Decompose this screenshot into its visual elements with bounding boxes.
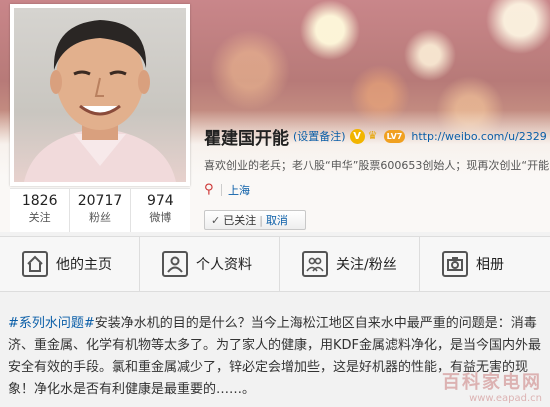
tab-profile-info[interactable]: 个人资料 [140, 237, 280, 291]
following-label: 关注 [28, 211, 51, 224]
location-pin-icon: ⚲ [204, 182, 214, 197]
weibo-count[interactable]: 974 微博 [131, 189, 190, 232]
set-remark-link[interactable]: (设置备注) [293, 128, 346, 144]
person-icon [162, 251, 188, 277]
followers-count[interactable]: 20717 粉丝 [70, 189, 131, 232]
tab-home-label: 他的主页 [56, 257, 112, 273]
followers-number: 20717 [77, 193, 123, 209]
camera-icon [442, 251, 468, 277]
watermark-title: 百科家电网 [442, 372, 542, 393]
tab-album[interactable]: 相册 [420, 237, 550, 291]
location-link[interactable]: 上海 [228, 182, 250, 198]
site-watermark: 百科家电网 www.eapad.cn [442, 373, 542, 405]
home-icon [22, 251, 48, 277]
tab-home[interactable]: 他的主页 [0, 237, 140, 291]
tab-follow-fans-label: 关注/粉丝 [336, 257, 397, 273]
weibo-label: 微博 [149, 211, 172, 224]
crown-icon[interactable]: ♛ [368, 130, 382, 142]
avatar-photo [14, 8, 186, 182]
follow-status-button[interactable]: ✓ 已关注 | 取消 [204, 210, 306, 230]
unfollow-link[interactable]: 取消 [266, 212, 288, 228]
tab-album-label: 相册 [476, 257, 504, 273]
profile-name: 瞿建国开能 [204, 128, 289, 149]
profile-counts: 1826 关注 20717 粉丝 974 微博 [10, 188, 190, 232]
following-number: 1826 [21, 193, 58, 209]
profile-url-link[interactable]: http://weibo.com/u/2329 [411, 130, 546, 143]
location-row: ⚲ 上海 [204, 182, 250, 198]
tab-follow-fans[interactable]: 关注/粉丝 [280, 237, 420, 291]
people-icon [302, 251, 328, 277]
following-count[interactable]: 1826 关注 [10, 189, 71, 232]
avatar[interactable] [10, 4, 190, 186]
avatar-portrait [24, 20, 176, 182]
watermark-url: www.eapad.cn [469, 393, 542, 404]
level-badge[interactable]: LV7 [383, 129, 406, 143]
profile-name-row: 瞿建国开能 (设置备注) V ♛ LV7 http://weibo.com/u/… [204, 124, 547, 149]
location-divider [221, 184, 222, 196]
topic-hashtag-link[interactable]: #系列水问题# [8, 316, 95, 331]
followers-label: 粉丝 [88, 211, 111, 224]
tab-profile-info-label: 个人资料 [196, 257, 252, 273]
profile-tabs: 他的主页 个人资料 关注/粉丝 相册 [0, 236, 550, 292]
verified-v-icon[interactable]: V [349, 128, 365, 144]
follow-separator: | [259, 213, 263, 227]
check-icon: ✓ [211, 213, 221, 227]
profile-bio: 喜欢创业的老兵；老八股“申华”股票600653创始人；现再次创业“开能” [204, 159, 550, 172]
weibo-number: 974 [146, 193, 174, 209]
followed-label: 已关注 [223, 214, 257, 227]
